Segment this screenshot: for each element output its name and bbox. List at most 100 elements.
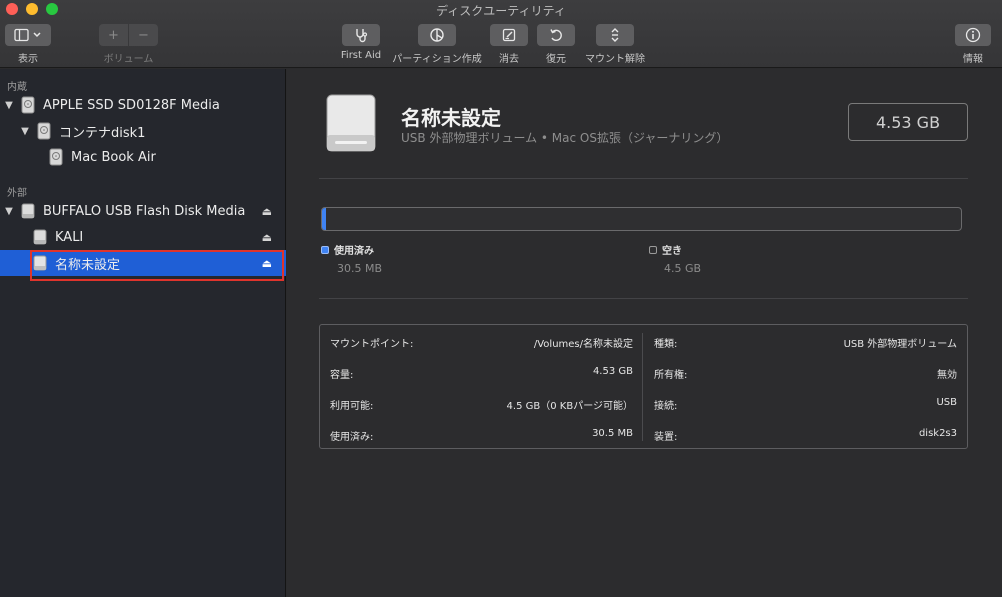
info-row-used: 使用済み: 30.5 MB (330, 428, 633, 444)
eject-icon[interactable]: ⏏ (262, 231, 272, 244)
info-row-connection: 接続: USB (654, 397, 957, 413)
info-key: 接続: (654, 401, 678, 412)
info-icon (965, 27, 981, 43)
erase-control: 消去 (490, 24, 528, 65)
info-row-capacity: 容量: 4.53 GB (330, 366, 633, 382)
sidebar: 内蔵 ▼ APPLE SSD SD0128F Media ▼ コンテナdisk1… (0, 69, 286, 597)
info-key: 種類: (654, 339, 678, 350)
restore-control: 復元 (537, 24, 575, 65)
info-value: USB (936, 397, 957, 408)
info-value: /Volumes/名称未設定 (533, 339, 633, 350)
used-legend-label: 使用済み (334, 246, 374, 257)
usage-bar-used-fill (322, 208, 327, 230)
volume-subtitle: USB 外部物理ボリューム • Mac OS拡張（ジャーナリング） (401, 131, 729, 145)
usage-bar (321, 207, 962, 231)
info-button[interactable] (955, 24, 991, 46)
info-key: 使用済み: (330, 432, 374, 443)
info-row-device: 装置: disk2s3 (654, 428, 957, 444)
remove-volume-button[interactable]: − (129, 24, 158, 46)
restore-label: 復元 (546, 54, 566, 65)
stethoscope-icon (356, 29, 368, 43)
large-external-disk-icon (326, 94, 376, 152)
info-row-ownership: 所有権: 無効 (654, 366, 957, 382)
partition-pie-icon (430, 28, 444, 42)
first-aid-label: First Aid (340, 50, 382, 61)
external-disk-icon (21, 203, 35, 219)
unmount-label: マウント解除 (585, 54, 645, 65)
container-disk-icon (37, 122, 51, 140)
erase-button[interactable] (490, 24, 528, 46)
window-title: ディスクユーティリティ (436, 4, 566, 18)
view-button[interactable] (5, 24, 51, 46)
info-key: 装置: (654, 432, 678, 443)
sidebar-item-mac-book-air[interactable]: Mac Book Air (0, 144, 286, 170)
first-aid-control: First Aid (339, 24, 383, 61)
volume-control: + − ボリューム (99, 24, 158, 65)
info-value: disk2s3 (918, 428, 957, 439)
plus-icon: + (108, 27, 119, 43)
info-control: 情報 (954, 24, 992, 65)
sidebar-item-container-disk1[interactable]: ▼ コンテナdisk1 (0, 118, 286, 144)
unmount-button[interactable] (596, 24, 634, 46)
disclosure-triangle-icon[interactable]: ▼ (3, 206, 15, 217)
free-swatch (649, 245, 657, 254)
info-value: 無効 (937, 370, 957, 381)
info-value: USB 外部物理ボリューム (843, 339, 957, 350)
restore-button[interactable] (537, 24, 575, 46)
volume-label: ボリューム (103, 54, 154, 65)
external-section-header: 外部 (7, 188, 27, 199)
sidebar-item-buffalo-usb[interactable]: ▼ BUFFALO USB Flash Disk Media ⏏ (0, 198, 286, 224)
info-key: マウントポイント: (330, 339, 414, 350)
partition-label: パーティション作成 (392, 54, 482, 65)
free-legend-label: 空き (662, 246, 682, 257)
table-column-separator (642, 333, 643, 441)
sidebar-item-label: コンテナdisk1 (59, 125, 146, 141)
capacity-badge: 4.53 GB (848, 103, 968, 141)
sidebar-item-apple-ssd[interactable]: ▼ APPLE SSD SD0128F Media (0, 92, 286, 118)
sidebar-item-label: APPLE SSD SD0128F Media (43, 97, 220, 113)
external-volume-icon (33, 229, 47, 245)
volume-info-table: マウントポイント: /Volumes/名称未設定 容量: 4.53 GB 利用可… (319, 324, 968, 449)
eject-icon[interactable]: ⏏ (262, 205, 272, 218)
info-value: 30.5 MB (592, 428, 633, 439)
info-row-available: 利用可能: 4.5 GB（0 KBパージ可能） (330, 397, 633, 413)
internal-section-header: 内蔵 (7, 82, 27, 93)
minus-icon: − (138, 27, 149, 43)
info-key: 利用可能: (330, 401, 374, 412)
view-control: 表示 (5, 24, 51, 65)
info-row-type: 種類: USB 外部物理ボリューム (654, 335, 957, 351)
info-value: 4.53 GB (592, 366, 633, 377)
internal-disk-icon (21, 96, 35, 114)
erase-pencil-icon (502, 28, 516, 42)
disclosure-triangle-icon[interactable]: ▼ (3, 100, 15, 111)
sidebar-item-kali[interactable]: KALI ⏏ (0, 224, 286, 250)
restore-arrow-icon (550, 29, 562, 42)
sidebar-item-label: 名称未設定 (55, 257, 121, 273)
volume-name: 名称未設定 (401, 106, 501, 130)
divider (319, 178, 968, 179)
eject-icon[interactable]: ⏏ (262, 257, 272, 270)
volume-disk-icon (49, 148, 63, 166)
used-legend: 使用済み (321, 242, 374, 257)
divider (319, 298, 968, 299)
sidebar-item-untitled[interactable]: 名称未設定 ⏏ (0, 250, 286, 281)
free-legend: 空き (649, 242, 682, 257)
disclosure-triangle-icon[interactable]: ▼ (19, 126, 31, 137)
erase-label: 消去 (499, 54, 519, 65)
add-volume-button[interactable]: + (99, 24, 128, 46)
partition-button[interactable] (418, 24, 456, 46)
external-volume-icon (33, 255, 47, 271)
toolbar: ディスクユーティリティ 表示 + − ボリューム First Aid パーティシ… (0, 0, 1002, 68)
view-label: 表示 (18, 54, 38, 65)
unmount-icon (611, 28, 619, 42)
sidebar-toggle-icon (14, 28, 41, 42)
used-swatch (321, 245, 329, 254)
first-aid-button[interactable] (342, 24, 380, 46)
sidebar-item-label: Mac Book Air (71, 149, 156, 165)
used-value: 30.5 MB (337, 262, 383, 275)
info-key: 所有権: (654, 370, 688, 381)
info-value: 4.5 GB（0 KBパージ可能） (506, 401, 633, 412)
info-key: 容量: (330, 370, 354, 381)
sidebar-item-label: BUFFALO USB Flash Disk Media (43, 203, 246, 219)
partition-control: パーティション作成 (390, 24, 484, 65)
